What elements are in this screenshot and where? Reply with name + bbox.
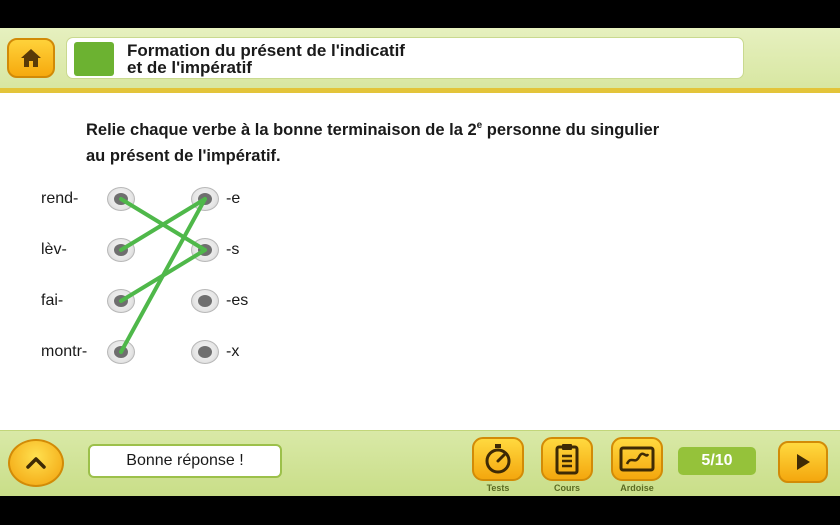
- connection-lines: [119, 197, 207, 354]
- cours-label: Cours: [553, 483, 580, 493]
- next-button[interactable]: [778, 441, 828, 483]
- scroll-up-button[interactable]: [8, 439, 64, 487]
- app-screen: Formation du présent de l'indicatif et d…: [0, 28, 840, 496]
- ardoise-button[interactable]: [611, 437, 663, 481]
- footer-bar: Bonne réponse ! Tests Cours Ardoise 5/10: [0, 430, 840, 496]
- matching-exercise: rend- lèv- fai- montr- -e -s -es -x: [0, 28, 840, 428]
- stopwatch-icon: [485, 444, 511, 474]
- connection-line-4: [119, 197, 207, 354]
- clipboard-icon: [555, 444, 579, 475]
- progress-indicator: 5/10: [678, 447, 756, 475]
- play-arrow-icon: [797, 454, 810, 470]
- ardoise-label: Ardoise: [620, 483, 654, 493]
- tests-button[interactable]: [472, 437, 524, 481]
- slate-icon: [619, 446, 655, 472]
- chevron-up-icon: [26, 457, 46, 469]
- feedback-message: Bonne réponse !: [88, 444, 282, 478]
- tests-label: Tests: [486, 483, 510, 493]
- cours-button[interactable]: [541, 437, 593, 481]
